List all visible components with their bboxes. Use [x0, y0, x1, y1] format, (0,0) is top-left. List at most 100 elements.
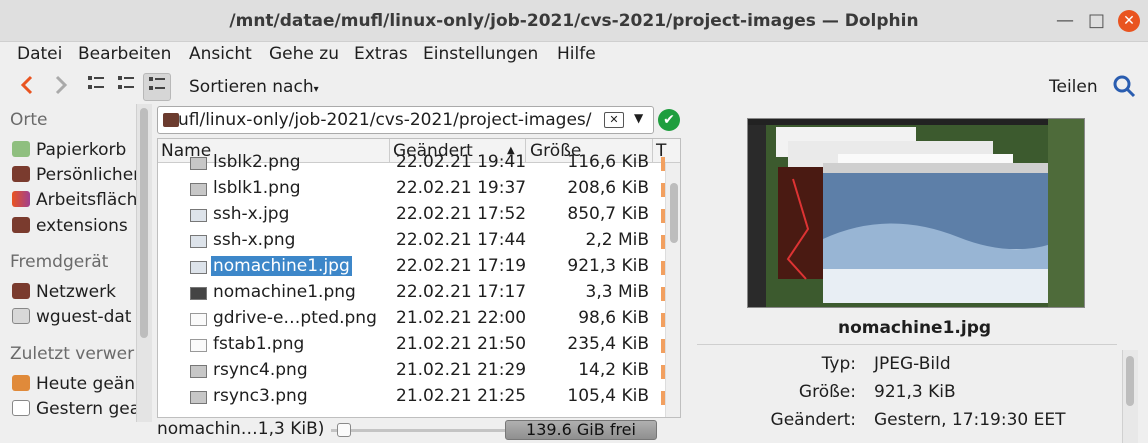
forward-button[interactable]	[46, 73, 74, 101]
file-modified: 21.02.21 21:29	[396, 360, 527, 380]
arrow-left-icon	[20, 75, 33, 95]
scrollbar-thumb[interactable]	[670, 183, 678, 243]
table-row[interactable]: gdrive-e…pted.png 21.02.21 22:00 98,6 KiB	[158, 307, 665, 333]
clear-icon[interactable]: ✕	[604, 112, 624, 128]
places-scrollbar[interactable]	[136, 104, 152, 422]
image-file-icon	[190, 261, 207, 274]
table-row[interactable]: lsblk2.png 22.02.21 19:41 116,6 KiB	[158, 151, 665, 177]
maximize-icon[interactable]: □	[1088, 10, 1105, 31]
remote-section-header: Fremdgerät	[10, 252, 109, 272]
image-file-icon	[190, 287, 207, 300]
places-item-desktop[interactable]: Arbeitsfläch	[12, 190, 137, 214]
file-size: 2,2 MiB	[585, 230, 650, 250]
file-size: 3,3 MiB	[585, 282, 650, 302]
confirm-location-button[interactable]: ✔	[658, 109, 680, 131]
table-row[interactable]: rsync3.png 21.02.21 21:25 105,4 KiB	[158, 385, 665, 411]
places-item-label: Papierkorb	[36, 140, 127, 160]
status-text: nomachin…1,3 KiB)	[157, 419, 325, 439]
minimize-icon[interactable]: —	[1056, 10, 1074, 31]
window-title: /mnt/datae/mufl/linux-only/job-2021/cvs-…	[229, 11, 919, 31]
information-scrollbar[interactable]	[1122, 350, 1138, 443]
image-file-icon	[190, 235, 207, 248]
status-bar: nomachin…1,3 KiB) 139.6 GiB frei	[157, 418, 681, 443]
home-folder-icon	[12, 166, 30, 182]
file-size: 208,6 KiB	[567, 178, 649, 198]
file-size: 850,7 KiB	[567, 204, 649, 224]
places-section-header: Orte	[10, 110, 48, 130]
menu-gehe-zu[interactable]: Gehe zu	[269, 44, 339, 64]
places-item-home[interactable]: Persönlicher	[12, 165, 140, 189]
table-row[interactable]: lsblk1.png 22.02.21 19:37 208,6 KiB	[158, 177, 665, 203]
sort-by-button[interactable]: Sortieren nach▾	[189, 77, 319, 97]
image-file-icon	[190, 313, 207, 326]
file-name: ssh-x.jpg	[213, 204, 290, 224]
places-item-label: extensions	[36, 216, 128, 236]
meta-modified-label: Geändert:	[770, 410, 856, 430]
scrollbar-thumb[interactable]	[1126, 356, 1134, 406]
places-item-label: Heute geän	[36, 374, 135, 394]
places-item-yesterday[interactable]: Gestern gea	[12, 399, 140, 423]
file-name: lsblk2.png	[213, 152, 301, 172]
file-list-scrollbar[interactable]	[665, 163, 680, 417]
back-button[interactable]	[14, 73, 42, 101]
file-list: Name Geändert ▲ Größe T lsblk2.png 22.02.…	[157, 138, 681, 418]
arrow-right-icon	[55, 75, 68, 95]
zoom-slider-handle[interactable]	[337, 423, 351, 437]
table-row[interactable]: rsync4.png 21.02.21 21:29 14,2 KiB	[158, 359, 665, 385]
image-file-icon	[190, 339, 207, 352]
places-item-extensions[interactable]: extensions	[12, 216, 128, 240]
history-icon	[12, 375, 30, 391]
scrollbar-thumb[interactable]	[140, 108, 148, 338]
image-file-icon	[190, 209, 207, 222]
file-size: 921,3 KiB	[567, 256, 649, 276]
meta-modified-value: Gestern, 17:19:30 EET	[874, 410, 1066, 430]
image-file-icon	[190, 157, 207, 170]
close-icon[interactable]: ✕	[1118, 10, 1140, 32]
places-item-wguest[interactable]: wguest-dat	[12, 307, 131, 331]
preview-filename: nomachine1.jpg	[837, 318, 992, 338]
places-item-network[interactable]: Netzwerk	[12, 282, 116, 306]
share-button[interactable]: Teilen	[1049, 77, 1098, 97]
details-view-icon	[149, 77, 165, 90]
table-row[interactable]: nomachine1.png 22.02.21 17:17 3,3 MiB	[158, 281, 665, 307]
file-name: nomachine1.jpg	[211, 256, 352, 276]
view-compact-button[interactable]	[112, 73, 140, 101]
menu-ansicht[interactable]: Ansicht	[189, 44, 252, 64]
menu-hilfe[interactable]: Hilfe	[557, 44, 596, 64]
file-name: rsync4.png	[213, 360, 308, 380]
view-icons-button[interactable]	[82, 73, 110, 101]
location-path[interactable]: ufl/linux-only/job-2021/cvs-2021/project…	[178, 110, 598, 130]
meta-type-label: Typ:	[821, 354, 856, 374]
table-row[interactable]: fstab1.png 21.02.21 21:50 235,4 KiB	[158, 333, 665, 359]
menu-einstellungen[interactable]: Einstellungen	[423, 44, 538, 64]
location-bar[interactable]: ufl/linux-only/job-2021/cvs-2021/project…	[157, 106, 654, 134]
trash-icon	[12, 141, 30, 157]
menu-datei[interactable]: Datei	[17, 44, 62, 64]
table-row[interactable]: nomachine1.jpg 22.02.21 17:19 921,3 KiB	[158, 255, 665, 281]
menu-bearbeiten[interactable]: Bearbeiten	[78, 44, 171, 64]
recent-section-header: Zuletzt verwer	[10, 344, 135, 364]
file-size: 105,4 KiB	[567, 386, 649, 406]
search-icon[interactable]	[1112, 74, 1136, 98]
drive-icon	[12, 308, 30, 324]
folder-icon	[12, 217, 30, 233]
file-modified: 22.02.21 17:19	[396, 256, 527, 276]
file-modified: 22.02.21 17:17	[396, 282, 527, 302]
free-space-bar[interactable]: 139.6 GiB frei	[505, 420, 657, 440]
meta-type-value: JPEG-Bild	[874, 354, 951, 374]
menu-extras[interactable]: Extras	[354, 44, 408, 64]
places-item-label: Gestern gea	[36, 399, 141, 419]
table-row[interactable]: ssh-x.png 22.02.21 17:44 2,2 MiB	[158, 229, 665, 255]
information-panel: nomachine1.jpg Typ: JPEG-Bild Größe: 921…	[681, 104, 1148, 443]
dropdown-arrow-icon[interactable]: ▼	[634, 111, 643, 125]
file-size: 98,6 KiB	[578, 308, 649, 328]
places-item-trash[interactable]: Papierkorb	[12, 140, 126, 164]
file-modified: 22.02.21 19:37	[396, 178, 527, 198]
view-details-button[interactable]	[143, 73, 171, 101]
places-item-label: Arbeitsfläch	[36, 190, 138, 210]
table-row[interactable]: ssh-x.jpg 22.02.21 17:52 850,7 KiB	[158, 203, 665, 229]
dropdown-arrow-icon: ▾	[313, 84, 319, 95]
places-panel: Orte Papierkorb Persönlicher Arbeitsfläc…	[0, 104, 152, 443]
meta-size-label: Größe:	[798, 382, 856, 402]
places-item-today[interactable]: Heute geän	[12, 374, 135, 398]
